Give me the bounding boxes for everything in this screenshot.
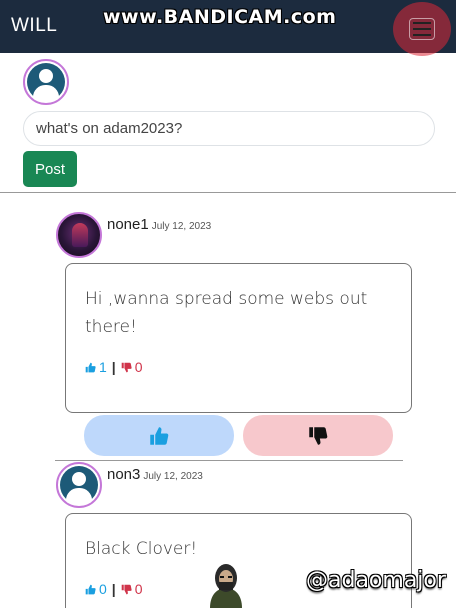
divider (55, 460, 403, 461)
vote-counts: 0 | 0 (85, 581, 143, 597)
dislike-count: 0 (134, 359, 143, 375)
post-text: Hi ,wanna spread some webs out there! (85, 289, 368, 337)
menu-toggle-button[interactable] (393, 2, 451, 56)
recording-watermark: www.BANDICAM.com (103, 6, 337, 28)
divider (0, 192, 456, 193)
post-username[interactable]: none1 July 12, 2023 (107, 216, 211, 233)
like-count: 0 (99, 581, 107, 597)
post-card: Hi ,wanna spread some webs out there! 1 … (65, 263, 412, 413)
post-avatar (56, 462, 102, 508)
thumbs-down-icon (309, 426, 328, 445)
dislike-count: 0 (134, 581, 143, 597)
vote-counts: 1 | 0 (85, 359, 143, 375)
thumbs-down-icon (121, 362, 132, 372)
post-avatar (56, 212, 102, 258)
like-count: 1 (99, 359, 107, 375)
like-button[interactable] (84, 415, 234, 456)
post-date: July 12, 2023 (143, 471, 203, 482)
post-username[interactable]: non3 July 12, 2023 (107, 466, 203, 483)
avatar (23, 59, 69, 105)
hamburger-icon (409, 18, 435, 40)
dislike-button[interactable] (243, 415, 393, 456)
creator-handle: @adaomajor (306, 568, 446, 593)
thumbs-up-icon (85, 362, 96, 372)
navbar: WILL www.BANDICAM.com (0, 0, 456, 56)
brand[interactable]: WILL (11, 15, 57, 37)
post-input[interactable] (23, 111, 435, 146)
thumbs-up-icon (150, 426, 169, 445)
post-date: July 12, 2023 (151, 221, 212, 232)
thumbs-down-icon (121, 584, 132, 594)
post-button[interactable]: Post (23, 151, 77, 187)
thumbs-up-icon (85, 584, 96, 594)
character-sticker (210, 564, 242, 608)
